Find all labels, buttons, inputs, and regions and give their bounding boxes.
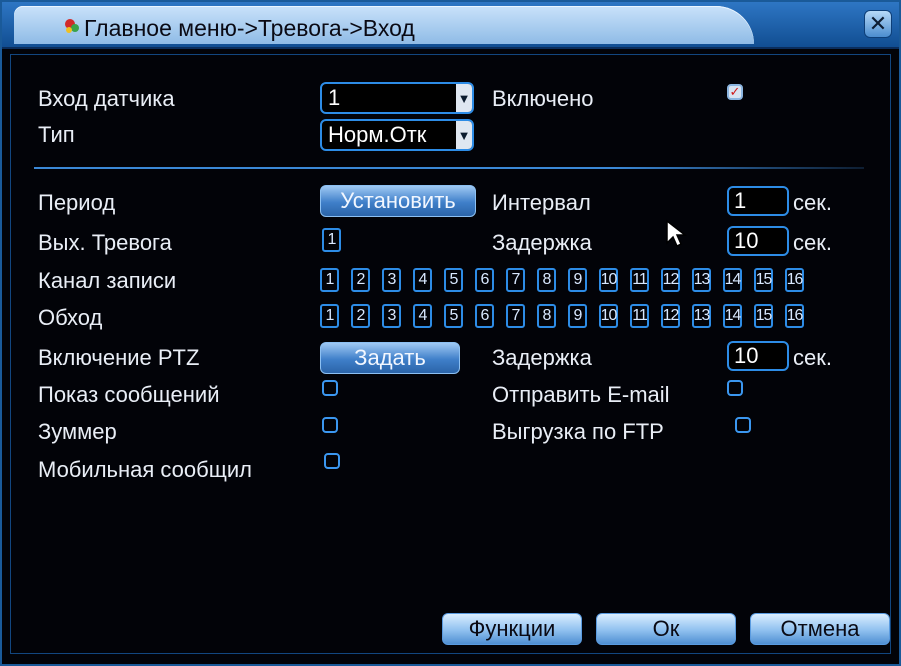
record-channel-5[interactable]: 5 [444,268,463,292]
type-select[interactable]: Норм.Отк ▼ [320,119,474,151]
tour-label: Обход [38,305,103,330]
mouse-cursor-icon [666,219,688,248]
tour-channel-4[interactable]: 4 [413,304,432,328]
interval-unit: сек. [793,190,832,215]
sensor-input-label: Вход датчика [38,86,175,111]
close-icon: ✕ [868,11,888,36]
record-channel-16[interactable]: 16 [785,268,804,292]
tour-channel-16[interactable]: 16 [785,304,804,328]
record-channel-4[interactable]: 4 [413,268,432,292]
record-channel-1[interactable]: 1 [320,268,339,292]
sensor-input-value: 1 [328,85,341,110]
interval-input[interactable]: 1 [727,186,789,216]
record-channel-6[interactable]: 6 [475,268,494,292]
mobile-label: Мобильная сообщил [38,457,252,482]
delay-unit: сек. [793,230,832,255]
ptz-delay-label: Задержка [492,345,592,370]
record-channel-14[interactable]: 14 [723,268,742,292]
tour-channel-7[interactable]: 7 [506,304,525,328]
record-channel-9[interactable]: 9 [568,268,587,292]
functions-button[interactable]: Функции [442,613,582,645]
type-value: Норм.Отк [328,122,427,147]
delay-label: Задержка [492,230,592,255]
alarm-out-label: Вых. Тревога [38,230,172,255]
tour-channel-11[interactable]: 11 [630,304,649,328]
title-bar: Главное меню->Тревога->Вход ✕ [2,2,899,49]
divider [34,167,864,169]
tour-channel-13[interactable]: 13 [692,304,711,328]
record-channel-label: Канал записи [38,268,177,293]
tour-channel-row: 1 2 3 4 5 6 7 8 9 10 11 12 13 14 15 16 [320,304,820,328]
ftp-upload-label: Выгрузка по FTP [492,419,664,444]
cancel-button[interactable]: Отмена [750,613,890,645]
sensor-input-select[interactable]: 1 ▼ [320,82,474,114]
show-message-label: Показ сообщений [38,382,220,407]
mobile-checkbox[interactable] [324,453,340,469]
show-message-checkbox[interactable] [322,380,338,396]
buzzer-checkbox[interactable] [322,417,338,433]
tour-channel-14[interactable]: 14 [723,304,742,328]
record-channel-3[interactable]: 3 [382,268,401,292]
ftp-upload-checkbox[interactable] [735,417,751,433]
type-label: Тип [38,122,75,147]
close-button[interactable]: ✕ [864,10,892,38]
period-label: Период [38,190,116,215]
ok-button[interactable]: Ок [596,613,736,645]
tour-channel-9[interactable]: 9 [568,304,587,328]
tour-channel-2[interactable]: 2 [351,304,370,328]
tour-channel-5[interactable]: 5 [444,304,463,328]
title-tab: Главное меню->Тревога->Вход [14,6,754,44]
record-channel-8[interactable]: 8 [537,268,556,292]
enabled-checkbox[interactable]: ✓ [727,84,743,100]
menu-icon [65,19,79,33]
record-channel-2[interactable]: 2 [351,268,370,292]
record-channel-10[interactable]: 10 [599,268,618,292]
tour-channel-12[interactable]: 12 [661,304,680,328]
record-channel-11[interactable]: 11 [630,268,649,292]
alarm-input-window: Главное меню->Тревога->Вход ✕ Вход датчи… [0,0,901,666]
tour-channel-1[interactable]: 1 [320,304,339,328]
ptz-delay-unit: сек. [793,345,832,370]
ptz-delay-input[interactable]: 10 [727,341,789,371]
set-period-button[interactable]: Установить [320,185,476,217]
chevron-down-icon: ▼ [456,121,472,149]
tour-channel-3[interactable]: 3 [382,304,401,328]
delay-input[interactable]: 10 [727,226,789,256]
page-title: Главное меню->Тревога->Вход [84,15,415,41]
record-channel-13[interactable]: 13 [692,268,711,292]
record-channel-row: 1 2 3 4 5 6 7 8 9 10 11 12 13 14 15 16 [320,268,820,292]
interval-label: Интервал [492,190,591,215]
ptz-label: Включение PTZ [38,345,200,370]
record-channel-15[interactable]: 15 [754,268,773,292]
tour-channel-10[interactable]: 10 [599,304,618,328]
tour-channel-15[interactable]: 15 [754,304,773,328]
tour-channel-8[interactable]: 8 [537,304,556,328]
send-email-label: Отправить E-mail [492,382,670,407]
buzzer-label: Зуммер [38,419,117,444]
alarm-out-channel[interactable]: 1 [322,228,341,252]
send-email-checkbox[interactable] [727,380,743,396]
record-channel-12[interactable]: 12 [661,268,680,292]
set-ptz-button[interactable]: Задать [320,342,460,374]
record-channel-7[interactable]: 7 [506,268,525,292]
enabled-label: Включено [492,86,594,111]
checkmark-icon: ✓ [729,84,741,99]
tour-channel-6[interactable]: 6 [475,304,494,328]
chevron-down-icon: ▼ [456,84,472,112]
